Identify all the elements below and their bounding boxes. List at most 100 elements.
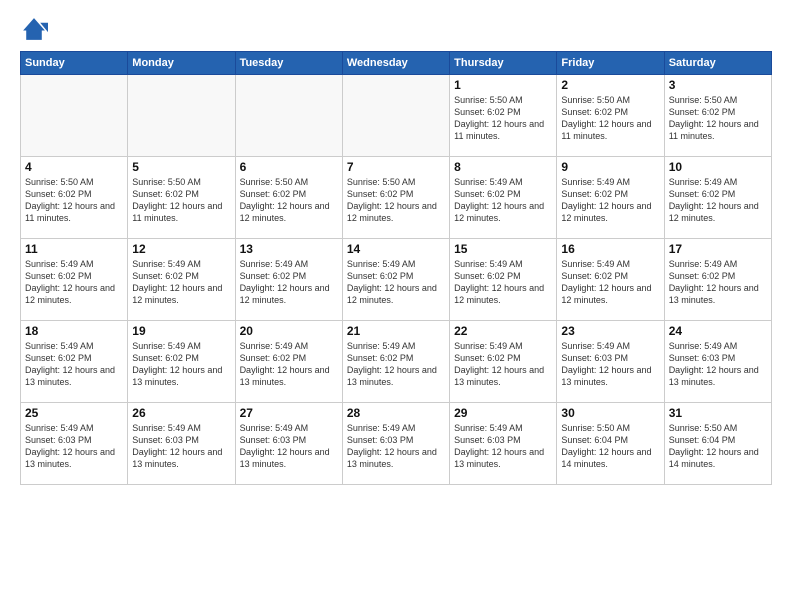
day-number: 17: [669, 242, 767, 256]
cell-details: Sunrise: 5:50 AMSunset: 6:02 PMDaylight:…: [132, 176, 230, 225]
day-number: 13: [240, 242, 338, 256]
cell-details: Sunrise: 5:49 AMSunset: 6:02 PMDaylight:…: [669, 176, 767, 225]
day-number: 28: [347, 406, 445, 420]
day-number: 23: [561, 324, 659, 338]
calendar-cell: 22Sunrise: 5:49 AMSunset: 6:02 PMDayligh…: [450, 321, 557, 403]
calendar-cell: 3Sunrise: 5:50 AMSunset: 6:02 PMDaylight…: [664, 75, 771, 157]
cell-details: Sunrise: 5:50 AMSunset: 6:02 PMDaylight:…: [25, 176, 123, 225]
day-number: 8: [454, 160, 552, 174]
cell-details: Sunrise: 5:49 AMSunset: 6:02 PMDaylight:…: [240, 340, 338, 389]
cell-details: Sunrise: 5:49 AMSunset: 6:02 PMDaylight:…: [347, 340, 445, 389]
calendar-cell: 9Sunrise: 5:49 AMSunset: 6:02 PMDaylight…: [557, 157, 664, 239]
day-number: 1: [454, 78, 552, 92]
cell-details: Sunrise: 5:49 AMSunset: 6:02 PMDaylight:…: [347, 258, 445, 307]
calendar-cell: 25 Sunrise: 5:49 AMSunset: 6:03 PMDayligh…: [21, 403, 128, 485]
week-row-3: 18 Sunrise: 5:49 AMSunset: 6:02 PMDayligh…: [21, 321, 772, 403]
calendar-table: SundayMondayTuesdayWednesdayThursdayFrid…: [20, 51, 772, 485]
day-number: 5: [132, 160, 230, 174]
calendar-cell: [235, 75, 342, 157]
calendar-cell: 16 Sunrise: 5:49 AMSunset: 6:02 PMDayligh…: [557, 239, 664, 321]
calendar-cell: 7Sunrise: 5:50 AMSunset: 6:02 PMDaylight…: [342, 157, 449, 239]
calendar-cell: 19Sunrise: 5:49 AMSunset: 6:02 PMDayligh…: [128, 321, 235, 403]
day-number: 29: [454, 406, 552, 420]
day-number: 22: [454, 324, 552, 338]
calendar-cell: 17 Sunrise: 5:49 AMSunset: 6:02 PMDayligh…: [664, 239, 771, 321]
weekday-header-friday: Friday: [557, 52, 664, 75]
calendar-cell: 15 Sunrise: 5:49 AMSunset: 6:02 PMDayligh…: [450, 239, 557, 321]
cell-details: Sunrise: 5:49 AMSunset: 6:02 PMDaylight:…: [669, 258, 767, 307]
page: SundayMondayTuesdayWednesdayThursdayFrid…: [0, 0, 792, 612]
day-number: 12: [132, 242, 230, 256]
day-number: 11: [25, 242, 123, 256]
week-row-1: 4 Sunrise: 5:50 AMSunset: 6:02 PMDaylight…: [21, 157, 772, 239]
logo-icon: [20, 15, 48, 43]
day-number: 9: [561, 160, 659, 174]
calendar-cell: 18 Sunrise: 5:49 AMSunset: 6:02 PMDayligh…: [21, 321, 128, 403]
weekday-header-row: SundayMondayTuesdayWednesdayThursdayFrid…: [21, 52, 772, 75]
calendar-cell: 28 Sunrise: 5:49 AMSunset: 6:03 PMDayligh…: [342, 403, 449, 485]
day-number: 4: [25, 160, 123, 174]
calendar-cell: 20 Sunrise: 5:49 AMSunset: 6:02 PMDayligh…: [235, 321, 342, 403]
cell-details: Sunrise: 5:49 AMSunset: 6:03 PMDaylight:…: [454, 422, 552, 471]
day-number: 19: [132, 324, 230, 338]
cell-details: Sunrise: 5:49 AMSunset: 6:02 PMDaylight:…: [240, 258, 338, 307]
calendar-cell: 11Sunrise: 5:49 AMSunset: 6:02 PMDayligh…: [21, 239, 128, 321]
weekday-header-saturday: Saturday: [664, 52, 771, 75]
calendar-cell: 21 Sunrise: 5:49 AMSunset: 6:02 PMDayligh…: [342, 321, 449, 403]
day-number: 15: [454, 242, 552, 256]
cell-details: Sunrise: 5:50 AMSunset: 6:04 PMDaylight:…: [561, 422, 659, 471]
cell-details: Sunrise: 5:49 AMSunset: 6:02 PMDaylight:…: [25, 340, 123, 389]
calendar-cell: 8 Sunrise: 5:49 AMSunset: 6:02 PMDaylight…: [450, 157, 557, 239]
day-number: 6: [240, 160, 338, 174]
week-row-4: 25 Sunrise: 5:49 AMSunset: 6:03 PMDayligh…: [21, 403, 772, 485]
calendar-cell: [128, 75, 235, 157]
cell-details: Sunrise: 5:50 AMSunset: 6:02 PMDaylight:…: [240, 176, 338, 225]
calendar-cell: [342, 75, 449, 157]
calendar-cell: 23 Sunrise: 5:49 AMSunset: 6:03 PMDayligh…: [557, 321, 664, 403]
cell-details: Sunrise: 5:49 AMSunset: 6:03 PMDaylight:…: [132, 422, 230, 471]
day-number: 26: [132, 406, 230, 420]
cell-details: Sunrise: 5:49 AMSunset: 6:02 PMDaylight:…: [132, 258, 230, 307]
calendar-cell: 13 Sunrise: 5:49 AMSunset: 6:02 PMDayligh…: [235, 239, 342, 321]
cell-details: Sunrise: 5:50 AMSunset: 6:02 PMDaylight:…: [561, 94, 659, 143]
cell-details: Sunrise: 5:49 AMSunset: 6:03 PMDaylight:…: [347, 422, 445, 471]
cell-details: Sunrise: 5:49 AMSunset: 6:03 PMDaylight:…: [25, 422, 123, 471]
day-number: 16: [561, 242, 659, 256]
cell-details: Sunrise: 5:50 AMSunset: 6:04 PMDaylight:…: [669, 422, 767, 471]
day-number: 2: [561, 78, 659, 92]
calendar-cell: 27 Sunrise: 5:49 AMSunset: 6:03 PMDayligh…: [235, 403, 342, 485]
cell-details: Sunrise: 5:49 AMSunset: 6:03 PMDaylight:…: [561, 340, 659, 389]
weekday-header-wednesday: Wednesday: [342, 52, 449, 75]
cell-details: Sunrise: 5:49 AMSunset: 6:02 PMDaylight:…: [454, 258, 552, 307]
day-number: 30: [561, 406, 659, 420]
day-number: 25: [25, 406, 123, 420]
day-number: 31: [669, 406, 767, 420]
calendar-cell: 24Sunrise: 5:49 AMSunset: 6:03 PMDayligh…: [664, 321, 771, 403]
cell-details: Sunrise: 5:49 AMSunset: 6:02 PMDaylight:…: [454, 176, 552, 225]
calendar-cell: 5 Sunrise: 5:50 AMSunset: 6:02 PMDaylight…: [128, 157, 235, 239]
calendar-cell: 31 Sunrise: 5:50 AMSunset: 6:04 PMDayligh…: [664, 403, 771, 485]
calendar-cell: 29 Sunrise: 5:49 AMSunset: 6:03 PMDayligh…: [450, 403, 557, 485]
week-row-0: 1 Sunrise: 5:50 AMSunset: 6:02 PMDaylight…: [21, 75, 772, 157]
cell-details: Sunrise: 5:50 AMSunset: 6:02 PMDaylight:…: [347, 176, 445, 225]
calendar-cell: 12 Sunrise: 5:49 AMSunset: 6:02 PMDayligh…: [128, 239, 235, 321]
calendar-cell: 26 Sunrise: 5:49 AMSunset: 6:03 PMDayligh…: [128, 403, 235, 485]
calendar-cell: 10 Sunrise: 5:49 AMSunset: 6:02 PMDayligh…: [664, 157, 771, 239]
weekday-header-monday: Monday: [128, 52, 235, 75]
weekday-header-thursday: Thursday: [450, 52, 557, 75]
week-row-2: 11 Sunrise: 5:49 AMSunset: 6:02 PMDayligh…: [21, 239, 772, 321]
calendar-cell: 6 Sunrise: 5:50 AMSunset: 6:02 PMDaylight…: [235, 157, 342, 239]
weekday-header-tuesday: Tuesday: [235, 52, 342, 75]
cell-details: Sunrise: 5:49 AMSunset: 6:03 PMDaylight:…: [240, 422, 338, 471]
day-number: 27: [240, 406, 338, 420]
calendar-cell: 30 Sunrise: 5:50 AMSunset: 6:04 PMDayligh…: [557, 403, 664, 485]
day-number: 20: [240, 324, 338, 338]
header: [20, 15, 772, 43]
day-number: 18: [25, 324, 123, 338]
day-number: 10: [669, 160, 767, 174]
day-number: 21: [347, 324, 445, 338]
cell-details: Sunrise: 5:49 AMSunset: 6:02 PMDaylight:…: [561, 258, 659, 307]
calendar-cell: 2 Sunrise: 5:50 AMSunset: 6:02 PMDaylight…: [557, 75, 664, 157]
cell-details: Sunrise: 5:50 AMSunset: 6:02 PMDaylight:…: [454, 94, 552, 143]
day-number: 24: [669, 324, 767, 338]
